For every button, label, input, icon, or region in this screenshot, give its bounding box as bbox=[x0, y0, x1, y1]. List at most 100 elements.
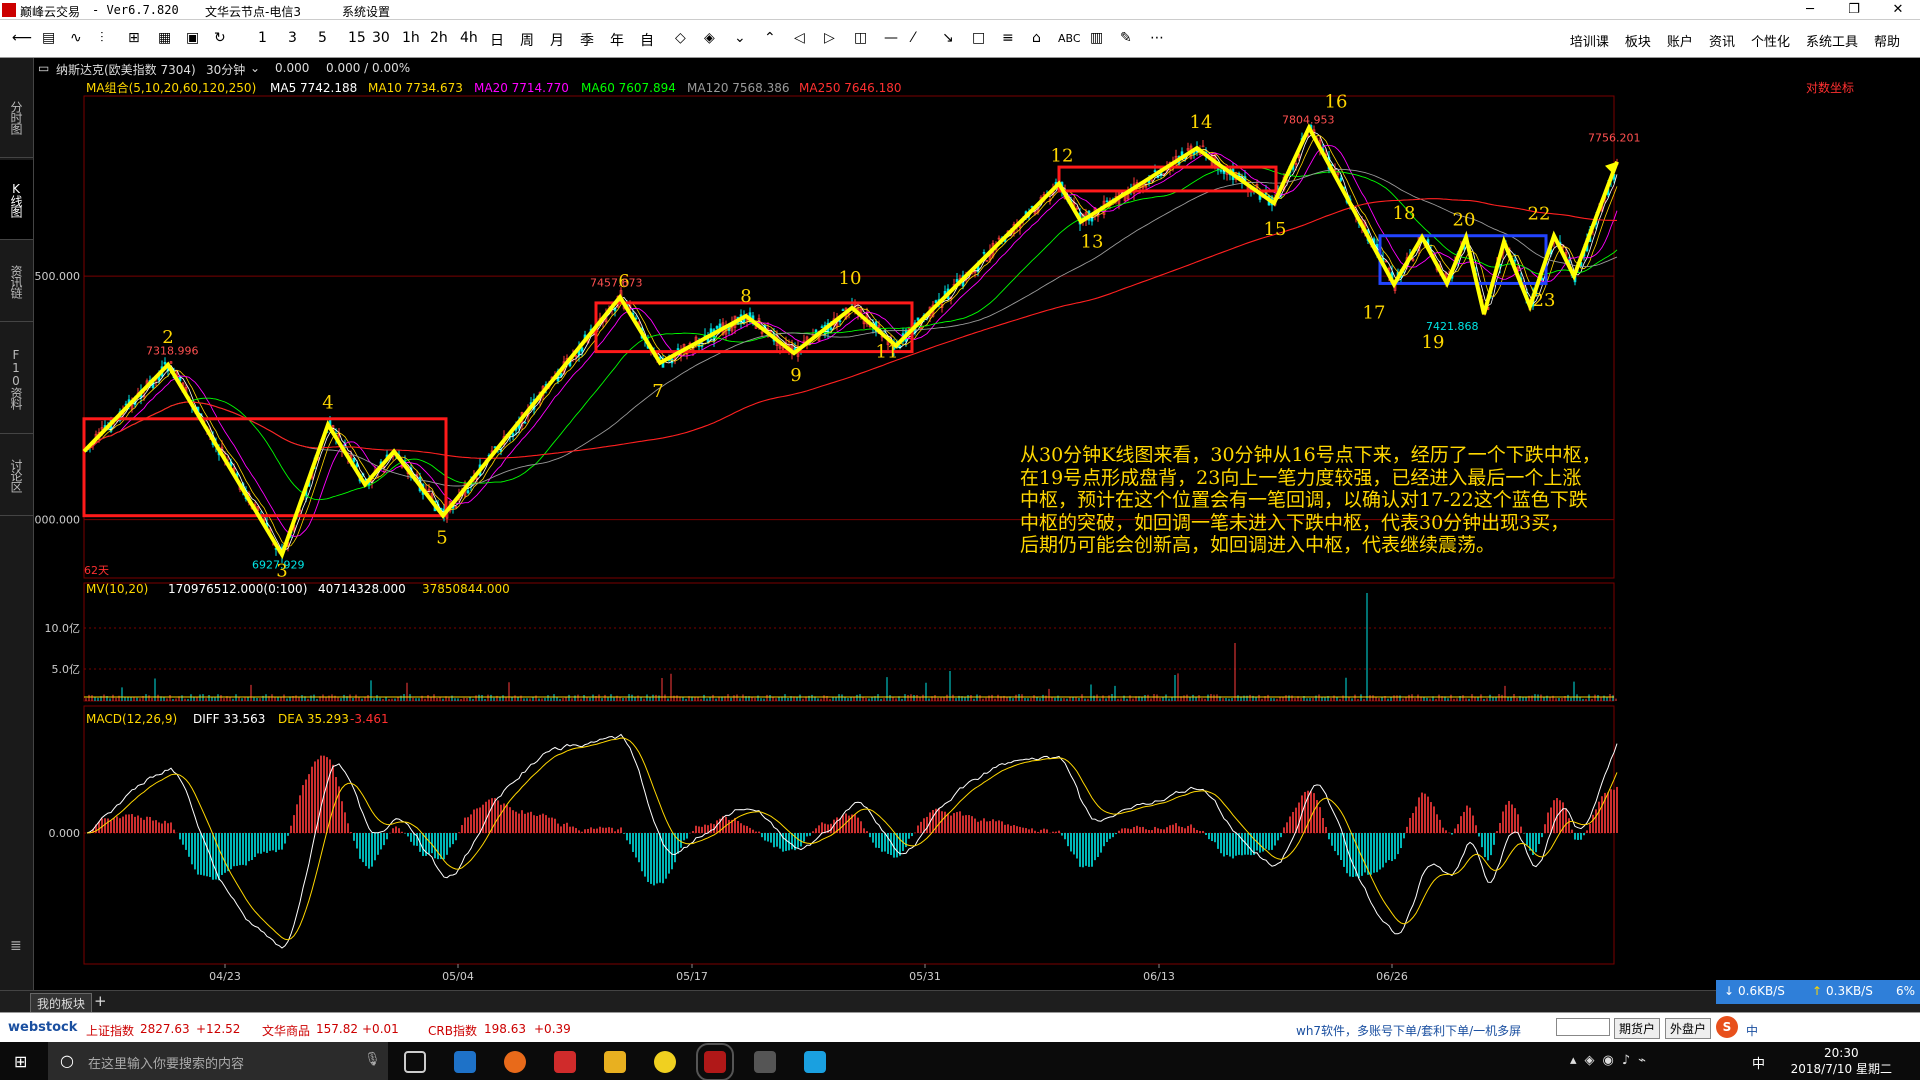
ticker-name[interactable]: 文华商品 bbox=[262, 1022, 310, 1039]
macd-label[interactable]: MACD(12,26,9) bbox=[86, 712, 177, 726]
stock-name[interactable]: 纳斯达克(欧美指数 7304) bbox=[56, 61, 196, 78]
restore-icon[interactable]: ❐ bbox=[1832, 0, 1876, 20]
edge-icon[interactable] bbox=[454, 1051, 476, 1073]
period-button-日[interactable]: 日 bbox=[490, 30, 504, 50]
arrow-right-icon[interactable]: ▷ bbox=[824, 30, 835, 46]
hline-icon[interactable]: — bbox=[884, 30, 898, 46]
browser-icon[interactable] bbox=[504, 1051, 526, 1073]
futures-account-button[interactable]: 期货户 bbox=[1614, 1018, 1661, 1039]
ma-group-label[interactable]: MA组合(5,10,20,60,120,250) bbox=[86, 80, 256, 95]
table-icon[interactable]: ▦ bbox=[158, 30, 171, 46]
back-icon[interactable]: ⟵ bbox=[12, 30, 32, 46]
menu-item-帮助[interactable]: 帮助 bbox=[1874, 31, 1900, 50]
ticker-name[interactable]: CRB指数 bbox=[428, 1022, 477, 1039]
sogou-ime-icon[interactable]: S bbox=[1716, 1016, 1738, 1038]
app-icon[interactable] bbox=[804, 1051, 826, 1073]
taskbar-search[interactable]: ○ 在这里输入你要搜索的内容 🎙 bbox=[48, 1042, 388, 1080]
ticker-value: 198.63 bbox=[484, 1022, 526, 1036]
log-scale-label[interactable]: 对数坐标 bbox=[1806, 80, 1854, 95]
candle-icon[interactable]: ⫶ bbox=[100, 30, 104, 46]
period-button-2h[interactable]: 2h bbox=[430, 30, 448, 46]
line-chart-icon[interactable]: ∿ bbox=[70, 30, 82, 46]
candle bbox=[1513, 259, 1517, 262]
list-icon[interactable]: ▤ bbox=[42, 30, 55, 46]
ime-indicator[interactable]: 中 bbox=[1752, 1053, 1765, 1072]
eraser-icon[interactable]: ✎ bbox=[1120, 30, 1132, 46]
menu-item-培训课[interactable]: 培训课 bbox=[1570, 31, 1609, 50]
microphone-icon[interactable]: 🎙 bbox=[364, 1052, 381, 1067]
add-tab-icon[interactable]: + bbox=[94, 992, 107, 1010]
x-tick-label: 04/23 bbox=[209, 970, 241, 983]
task-view-icon[interactable] bbox=[404, 1051, 426, 1073]
close-icon[interactable]: ✕ bbox=[1876, 0, 1920, 20]
chart-area[interactable]: MA组合(5,10,20,60,120,250) MA5 7742.188 MA… bbox=[34, 78, 1920, 990]
shrink-icon[interactable]: ◇ bbox=[675, 30, 686, 46]
period-button-5[interactable]: 5 bbox=[318, 30, 327, 46]
clock[interactable]: 20:30 2018/7/10 星期二 bbox=[1791, 1045, 1892, 1077]
minimize-icon[interactable]: ─ bbox=[1788, 0, 1832, 20]
tray-icons[interactable]: ▴◈◉♪⌁ bbox=[1570, 1053, 1654, 1068]
mv-label[interactable]: MV(10,20) bbox=[86, 582, 148, 596]
grid-icon[interactable]: ⊞ bbox=[128, 30, 140, 46]
period-button-月[interactable]: 月 bbox=[550, 30, 564, 50]
period-button-季[interactable]: 季 bbox=[580, 30, 594, 50]
menu-item-系统工具[interactable]: 系统工具 bbox=[1806, 31, 1858, 50]
volume-panel-frame bbox=[83, 582, 1615, 702]
app-icon[interactable] bbox=[554, 1051, 576, 1073]
ma250-value: MA250 7646.180 bbox=[799, 81, 902, 95]
tab-discussion[interactable]: 讨论区 bbox=[0, 436, 33, 516]
ticker-bar: webstock 上证指数 2827.63 +12.52 文华商品 157.82… bbox=[0, 1012, 1920, 1042]
calculator-icon[interactable] bbox=[754, 1051, 776, 1073]
ime-lang[interactable]: 中 bbox=[1746, 1022, 1758, 1039]
period-button-1[interactable]: 1 bbox=[258, 30, 267, 46]
tab-intraday[interactable]: 分时图 bbox=[0, 78, 33, 158]
chevron-up-icon[interactable]: ⌃ bbox=[764, 30, 776, 46]
fib-icon[interactable]: ≡ bbox=[1002, 30, 1014, 46]
period-button-30[interactable]: 30 bbox=[372, 30, 390, 46]
foreign-account-button[interactable]: 外盘户 bbox=[1665, 1018, 1712, 1039]
chevron-down-icon[interactable]: ⌄ bbox=[734, 30, 746, 46]
collapse-icon[interactable]: ▭ bbox=[38, 61, 49, 75]
tab-news[interactable]: 资讯链 bbox=[0, 242, 33, 322]
wh6-app-icon[interactable] bbox=[696, 1043, 734, 1080]
period-button-年[interactable]: 年 bbox=[610, 30, 624, 50]
quick-search-input[interactable] bbox=[1556, 1018, 1610, 1036]
system-settings-menu[interactable]: 系统设置 bbox=[342, 3, 390, 20]
period-button-3[interactable]: 3 bbox=[288, 30, 297, 46]
pattern-icon[interactable]: ▥ bbox=[1090, 30, 1103, 46]
tab-kline[interactable]: K线图 bbox=[0, 160, 33, 240]
save-icon[interactable]: ▣ bbox=[186, 30, 199, 46]
text-tool[interactable]: ABC bbox=[1058, 32, 1081, 45]
tab-f10[interactable]: F10资料 bbox=[0, 324, 33, 434]
period-button-4h[interactable]: 4h bbox=[460, 30, 478, 46]
menu-item-板块[interactable]: 板块 bbox=[1625, 31, 1651, 50]
split-icon[interactable]: ◫ bbox=[854, 30, 867, 46]
house-icon[interactable]: ⌂ bbox=[1032, 30, 1041, 46]
menu-item-账户[interactable]: 账户 bbox=[1667, 31, 1693, 50]
period-button-周[interactable]: 周 bbox=[520, 30, 534, 50]
trendline-icon[interactable]: ⁄ bbox=[912, 30, 914, 46]
app-icon[interactable] bbox=[654, 1051, 676, 1073]
period-button-15[interactable]: 15 bbox=[348, 30, 366, 46]
period-select[interactable]: 30分钟 bbox=[206, 61, 245, 78]
list-icon[interactable]: ≣ bbox=[10, 938, 22, 954]
period-button-1h[interactable]: 1h bbox=[402, 30, 420, 46]
promo-text[interactable]: wh7软件，多账号下单/套利下单/一机多屏 bbox=[1296, 1022, 1521, 1039]
tab-my-sectors[interactable]: 我的板块 bbox=[30, 993, 93, 1014]
stroke-number-label: 12 bbox=[1051, 146, 1074, 167]
expand-icon[interactable]: ◈ bbox=[704, 30, 715, 46]
more-icon[interactable]: ⋯ bbox=[1150, 30, 1164, 46]
period-button-自[interactable]: 自 bbox=[640, 30, 654, 50]
ticker-name[interactable]: 上证指数 bbox=[86, 1022, 134, 1039]
rect-icon[interactable]: □ bbox=[972, 30, 985, 46]
refresh-icon[interactable]: ↻ bbox=[214, 30, 226, 46]
clock-date: 2018/7/10 星期二 bbox=[1790, 1062, 1892, 1076]
menu-item-资讯[interactable]: 资讯 bbox=[1709, 31, 1735, 50]
ray-icon[interactable]: ↘ bbox=[942, 30, 954, 46]
windows-start-icon[interactable]: ⊞ bbox=[14, 1052, 27, 1071]
file-explorer-icon[interactable] bbox=[604, 1051, 626, 1073]
arrow-left-icon[interactable]: ◁ bbox=[794, 30, 805, 46]
chevron-down-icon[interactable]: ⌄ bbox=[250, 61, 260, 75]
server-node[interactable]: 文华云节点-电信3 bbox=[205, 3, 301, 20]
menu-item-个性化[interactable]: 个性化 bbox=[1751, 31, 1790, 50]
